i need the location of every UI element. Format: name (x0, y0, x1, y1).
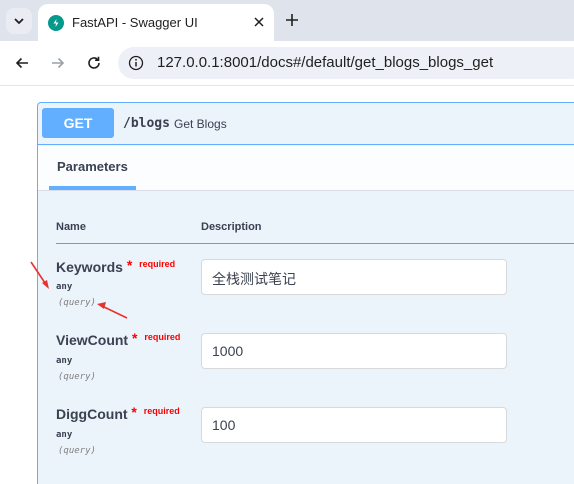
close-icon[interactable] (252, 15, 266, 29)
param-name-viewcount: ViewCount * required (56, 330, 181, 348)
required-star: * (131, 404, 137, 420)
operation-block: GET /blogs Get Blogs Parameters Name Des… (37, 102, 574, 484)
method-badge: GET (42, 108, 114, 138)
fastapi-favicon-icon (48, 14, 64, 31)
site-info-icon[interactable] (125, 52, 147, 74)
param-location: (query) (58, 446, 96, 456)
address-bar[interactable]: 127.0.0.1:8001/docs#/default/get_blogs_b… (118, 47, 574, 79)
back-arrow-icon[interactable] (12, 53, 32, 73)
param-type: any (56, 430, 73, 440)
param-name-diggcount: DiggCount * required (56, 404, 180, 422)
new-tab-plus-icon[interactable] (283, 11, 301, 29)
operation-summary[interactable]: GET /blogs Get Blogs (38, 103, 574, 145)
keywords-input[interactable]: 全栈测试笔记 (201, 259, 507, 295)
required-label: required (139, 259, 176, 269)
browser-tab[interactable]: FastAPI - Swagger UI (38, 4, 274, 41)
viewcount-input[interactable]: 1000 (201, 333, 507, 369)
tab-title: FastAPI - Swagger UI (72, 15, 198, 30)
browser-toolbar: 127.0.0.1:8001/docs#/default/get_blogs_b… (0, 41, 574, 86)
column-header-name: Name (56, 221, 86, 233)
tab-parameters[interactable]: Parameters (49, 146, 136, 190)
param-location: (query) (58, 372, 96, 382)
parameters-section-header: Parameters (38, 146, 574, 191)
param-name-keywords: Keywords * required (56, 257, 176, 275)
required-label: required (144, 332, 181, 342)
tab-strip: FastAPI - Swagger UI (0, 0, 574, 41)
url-text: 127.0.0.1:8001/docs#/default/get_blogs_b… (157, 54, 494, 71)
param-location: (query) (58, 298, 96, 308)
reload-icon[interactable] (84, 53, 104, 73)
required-label: required (143, 406, 180, 416)
param-type: any (56, 356, 73, 366)
column-header-description: Description (201, 221, 262, 233)
operation-description: Get Blogs (174, 117, 227, 131)
tab-search-button[interactable] (6, 8, 32, 34)
required-star: * (126, 257, 133, 273)
header-divider (56, 243, 574, 244)
chevron-down-icon (14, 18, 24, 25)
diggcount-input[interactable]: 100 (201, 407, 507, 443)
operation-path: /blogs (123, 116, 170, 131)
param-type: any (56, 282, 73, 292)
forward-arrow-icon[interactable] (48, 53, 68, 73)
required-star: * (131, 330, 138, 346)
